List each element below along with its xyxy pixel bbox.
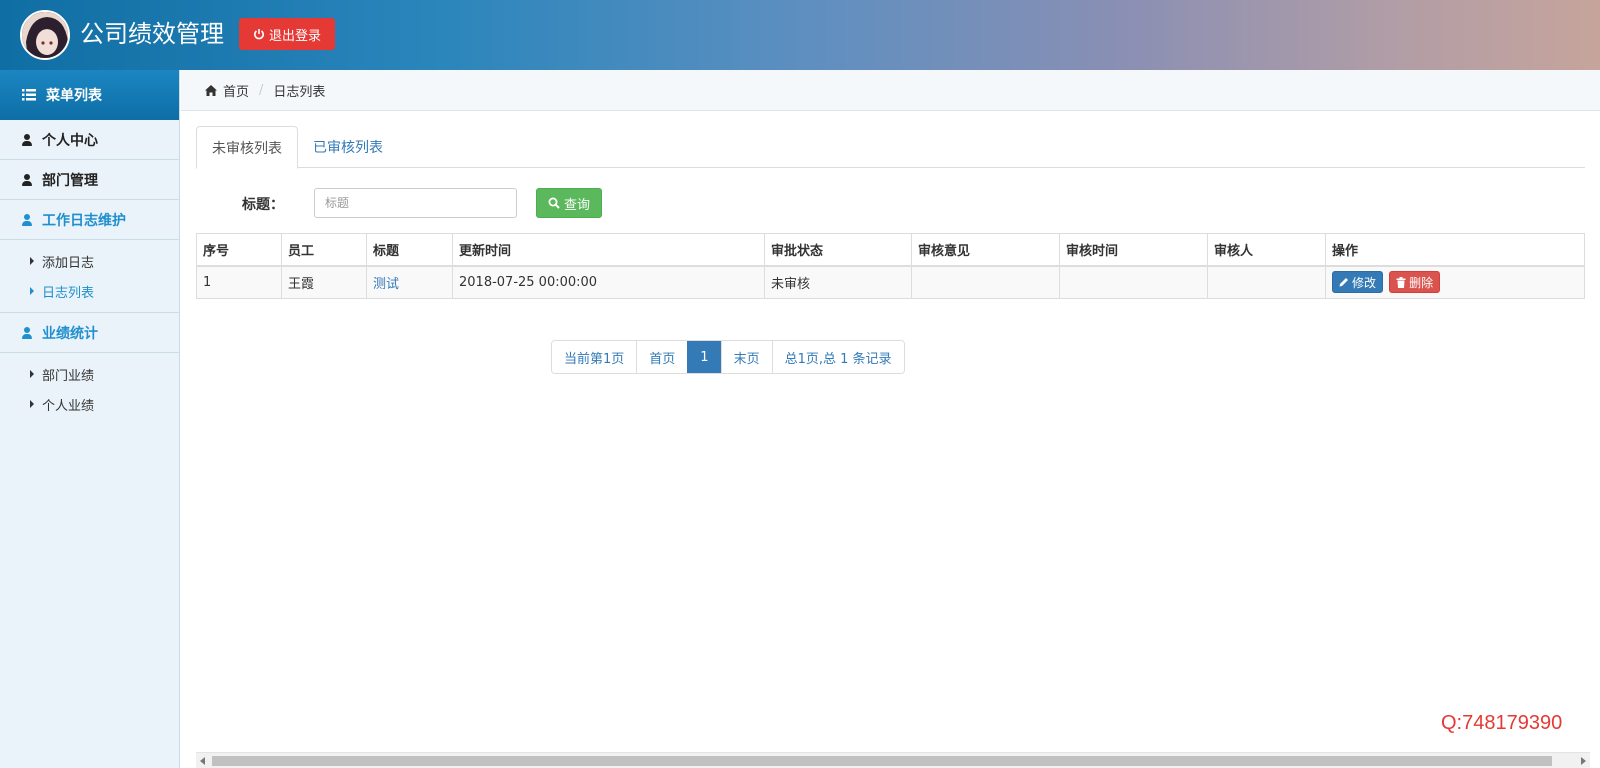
sidebar-subitem-add-log[interactable]: 添加日志 — [0, 246, 179, 276]
home-icon — [205, 84, 217, 96]
sidebar-item-work-log[interactable]: 工作日志维护 — [0, 200, 179, 240]
table-header-row: 序号 员工 标题 更新时间 审批状态 审核意见 审核时间 审核人 操作 — [196, 233, 1585, 267]
cell-reviewer — [1207, 265, 1326, 299]
scrollbar-thumb[interactable] — [212, 756, 1552, 766]
power-icon — [254, 29, 264, 40]
trash-icon — [1396, 276, 1406, 288]
sidebar-item-performance-stats[interactable]: 业绩统计 — [0, 313, 179, 353]
column-header: 更新时间 — [452, 233, 765, 267]
sidebar-subitem-label: 部门业绩 — [42, 368, 95, 384]
log-table: 序号 员工 标题 更新时间 审批状态 审核意见 审核时间 审核人 操作 1 王霞… — [196, 233, 1585, 299]
sidebar-subitem-label: 添加日志 — [42, 255, 95, 271]
cell-status: 未审核 — [764, 265, 912, 299]
sidebar-subitem-department-performance[interactable]: 部门业绩 — [0, 359, 179, 389]
tab-reviewed[interactable]: 已审核列表 — [298, 126, 398, 168]
watermark-text: Q:748179390 — [1441, 712, 1563, 734]
sidebar-item-label: 个人中心 — [42, 132, 98, 149]
sidebar-item-label: 工作日志维护 — [42, 212, 126, 229]
tab-unreviewed[interactable]: 未审核列表 — [196, 126, 298, 169]
delete-button[interactable]: 删除 — [1389, 271, 1441, 294]
column-header: 审核时间 — [1059, 233, 1208, 267]
pencil-icon — [1339, 278, 1348, 287]
breadcrumb-home[interactable]: 首页 — [223, 81, 249, 100]
column-header: 标题 — [366, 233, 453, 267]
column-header: 序号 — [196, 233, 282, 267]
logout-label: 退出登录 — [269, 28, 322, 44]
sidebar-subitem-log-list[interactable]: 日志列表 — [0, 276, 179, 306]
top-header: 公司绩效管理 退出登录 — [0, 0, 1600, 70]
user-icon — [22, 213, 32, 226]
avatar — [20, 10, 70, 60]
sidebar-item-personal-center[interactable]: 个人中心 — [0, 120, 179, 160]
cell-updated: 2018-07-25 00:00:00 — [452, 265, 765, 299]
title-link[interactable]: 测试 — [373, 277, 399, 292]
caret-right-icon — [30, 370, 34, 378]
column-header: 审核人 — [1207, 233, 1326, 267]
pagination-first[interactable]: 首页 — [636, 341, 688, 373]
search-label: 标题： — [242, 197, 284, 213]
logout-button[interactable]: 退出登录 — [239, 18, 336, 50]
tab-bar: 未审核列表 已审核列表 — [196, 126, 1585, 169]
column-header: 审批状态 — [764, 233, 912, 267]
search-form: 标题： 查询 — [196, 188, 796, 218]
caret-right-icon — [30, 400, 34, 408]
query-label: 查询 — [564, 197, 591, 213]
search-icon — [548, 197, 560, 209]
column-header: 审核意见 — [911, 233, 1060, 267]
search-input[interactable] — [314, 188, 517, 218]
app-title: 公司绩效管理 — [80, 20, 224, 48]
pagination-current-info: 当前第1页 — [552, 341, 637, 373]
cell-index: 1 — [196, 265, 282, 299]
breadcrumb-current: 日志列表 — [273, 84, 326, 100]
edit-button[interactable]: 修改 — [1332, 271, 1384, 294]
pagination-page-1[interactable]: 1 — [687, 341, 721, 373]
scroll-right-icon[interactable] — [1581, 757, 1586, 765]
sidebar: 菜单列表 个人中心 部门管理 工作日志维护 添加日志 日志列表 业绩统计 部门业… — [0, 70, 180, 768]
scroll-left-icon[interactable] — [200, 757, 205, 765]
horizontal-scrollbar[interactable] — [196, 752, 1590, 768]
cell-review-time — [1059, 265, 1208, 299]
avatar-image — [22, 12, 68, 58]
column-header: 员工 — [281, 233, 367, 267]
sidebar-submenu-performance: 部门业绩 个人业绩 — [0, 353, 179, 425]
sidebar-item-label: 部门管理 — [42, 172, 98, 189]
sidebar-subitem-label: 日志列表 — [42, 285, 95, 301]
pagination-summary: 总1页,总 1 条记录 — [771, 341, 904, 373]
sidebar-item-department[interactable]: 部门管理 — [0, 160, 179, 200]
sidebar-subitem-label: 个人业绩 — [42, 398, 95, 414]
user-icon — [22, 326, 32, 339]
sidebar-item-label: 业绩统计 — [42, 325, 98, 342]
query-button[interactable]: 查询 — [536, 188, 603, 218]
breadcrumb: 首页 / 日志列表 — [181, 70, 1600, 111]
menu-title-label: 菜单列表 — [46, 88, 102, 104]
delete-label: 删除 — [1409, 275, 1434, 290]
column-header: 操作 — [1325, 233, 1585, 267]
sidebar-subitem-personal-performance[interactable]: 个人业绩 — [0, 389, 179, 419]
user-icon — [22, 133, 32, 146]
cell-employee: 王霞 — [281, 265, 367, 299]
cell-opinion — [911, 265, 1060, 299]
table-row: 1 王霞 测试 2018-07-25 00:00:00 未审核 修改 删除 — [196, 265, 1585, 299]
pagination-last[interactable]: 末页 — [720, 341, 772, 373]
user-icon — [22, 173, 32, 186]
cell-actions: 修改 删除 — [1325, 265, 1585, 299]
caret-right-icon — [30, 287, 34, 295]
list-icon — [22, 89, 36, 101]
breadcrumb-separator: / — [259, 82, 264, 98]
sidebar-menu-title: 菜单列表 — [0, 70, 179, 120]
sidebar-submenu-work-log: 添加日志 日志列表 — [0, 240, 179, 313]
cell-title: 测试 — [366, 265, 453, 299]
edit-label: 修改 — [1352, 275, 1377, 290]
caret-right-icon — [30, 257, 34, 265]
pagination: 当前第1页 首页 1 末页 总1页,总 1 条记录 — [551, 340, 905, 374]
